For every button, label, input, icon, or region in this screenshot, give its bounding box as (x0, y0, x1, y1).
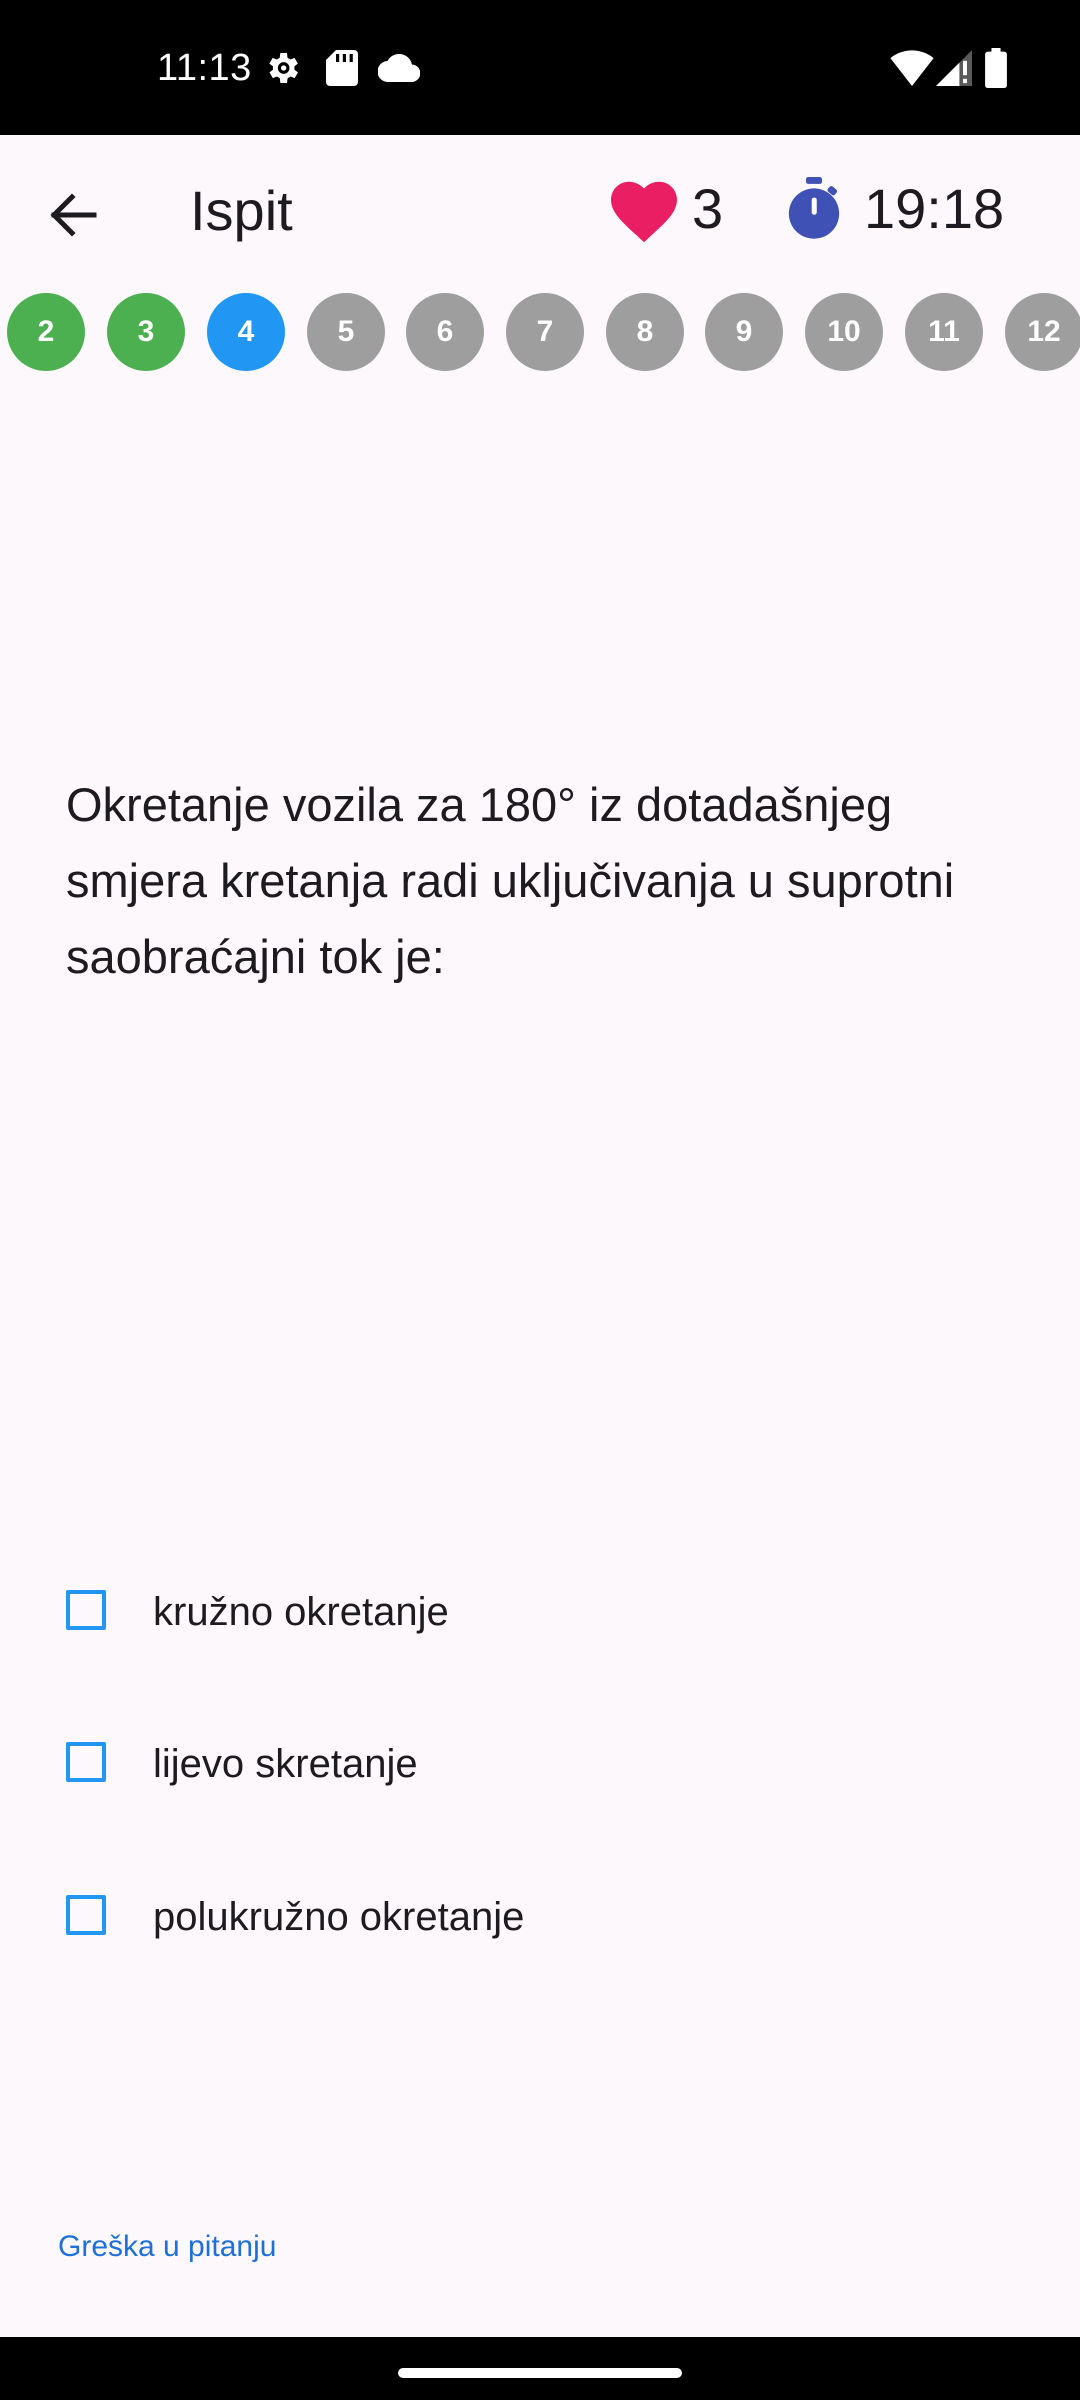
status-bar: 11:13 (0, 0, 1080, 135)
question-dot[interactable]: 2 (7, 293, 85, 371)
cloud-icon (378, 54, 420, 82)
report-error-link[interactable]: Greška u pitanju (58, 2227, 276, 2267)
back-button[interactable] (32, 173, 116, 257)
app-bar: Ispit 3 19:18 (0, 135, 1080, 285)
timer-text: 19:18 (864, 177, 1005, 240)
question-dot[interactable]: 4 (207, 293, 285, 371)
signal-icon (936, 50, 972, 86)
question-dot[interactable]: 5 (307, 293, 385, 371)
answer-option[interactable]: kružno okretanje (40, 1563, 1040, 1663)
question-dot[interactable]: 6 (406, 293, 484, 371)
question-dot[interactable]: 3 (107, 293, 185, 371)
question-nav[interactable]: 2 3 4 5 6 7 8 9 10 11 12 (0, 293, 1080, 373)
option-label: polukružno okretanje (153, 1895, 525, 1939)
question-dot[interactable]: 10 (805, 293, 883, 371)
option-label: kružno okretanje (153, 1590, 449, 1634)
sd-card-icon (326, 50, 358, 86)
question-dot[interactable]: 7 (506, 293, 584, 371)
checkbox[interactable] (66, 1895, 106, 1935)
question-dot[interactable]: 9 (705, 293, 783, 371)
battery-icon (985, 48, 1007, 88)
stopwatch-icon (788, 177, 840, 239)
question-dot[interactable]: 12 (1005, 293, 1080, 371)
question-dot[interactable]: 11 (905, 293, 983, 371)
heart-icon (611, 181, 677, 243)
lives-count: 3 (692, 177, 724, 240)
gear-icon (269, 53, 298, 83)
status-time: 11:13 (157, 47, 252, 89)
question-dot[interactable]: 8 (606, 293, 684, 371)
question-text: Okretanje vozila za 180° iz dotadašnjeg … (66, 778, 955, 983)
answer-option[interactable]: polukružno okretanje (40, 1868, 1040, 1968)
system-nav-bar (0, 2337, 1080, 2400)
checkbox[interactable] (66, 1742, 106, 1782)
answer-option[interactable]: lijevo skretanje (40, 1715, 1040, 1815)
wifi-icon (890, 50, 934, 86)
home-indicator[interactable] (398, 2368, 682, 2378)
option-label: lijevo skretanje (153, 1742, 418, 1786)
arrow-back-icon (50, 193, 97, 237)
checkbox[interactable] (66, 1590, 106, 1630)
page-title: Ispit (190, 179, 293, 242)
